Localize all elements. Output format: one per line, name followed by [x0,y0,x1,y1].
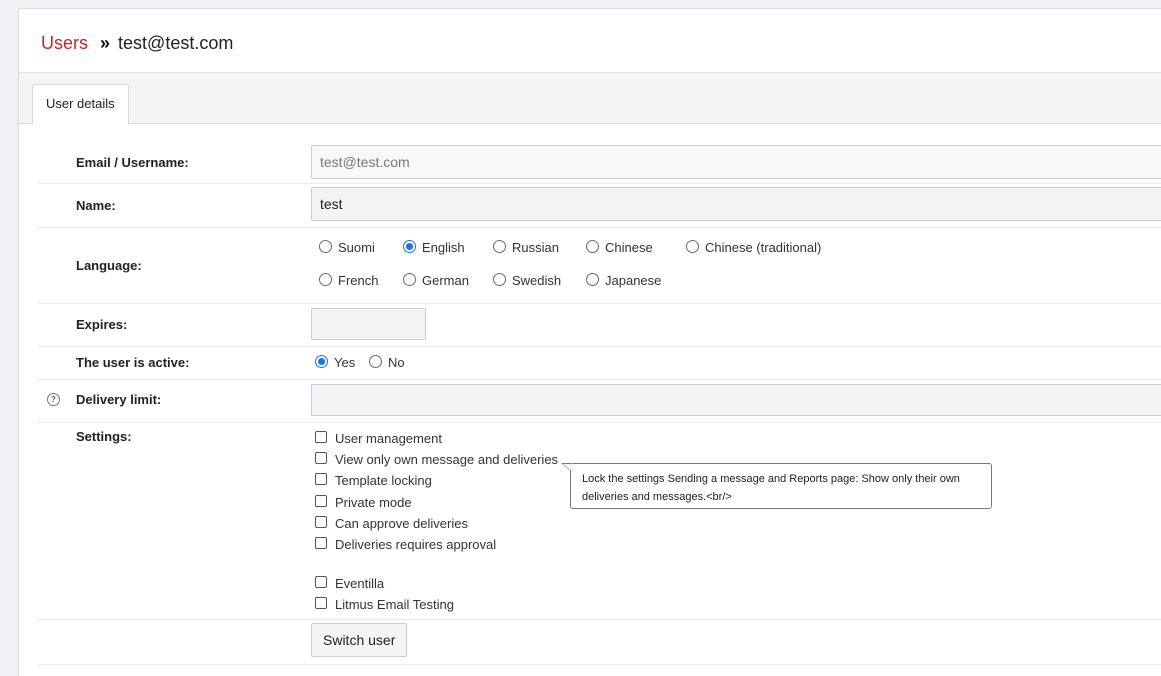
option-label: Suomi [338,240,375,255]
checkbox[interactable] [315,536,327,549]
option-label: German [422,273,469,288]
option-label: Swedish [512,273,562,288]
setting-deliveries-requires-approval[interactable]: Deliveries requires approval [315,536,497,552]
expires-label: Expires: [76,317,128,332]
setting-label: Template locking [335,473,432,488]
breadcrumb-separator: » [100,33,111,53]
setting-label: User management [335,431,442,446]
radio-button[interactable] [369,355,382,368]
radio-button[interactable] [586,273,599,286]
breadcrumb: Users » test@test.com [41,33,233,54]
language-option-english[interactable]: English [403,240,465,255]
language-label: Language: [76,258,142,273]
setting-label: Private mode [335,495,412,510]
page-title: test@test.com [118,33,234,53]
language-option-chinese-traditional[interactable]: Chinese (traditional) [686,240,821,255]
delivery-limit-field[interactable] [311,384,1161,416]
actions-row [38,620,1161,665]
email-row: Email / Username: test@test.com [38,142,1161,184]
checkbox[interactable] [315,515,327,528]
setting-eventilla[interactable]: Eventilla [315,575,385,591]
active-option-yes[interactable]: Yes [315,355,355,370]
checkbox[interactable] [315,494,327,507]
radio-button[interactable] [493,273,506,286]
radio-button[interactable] [493,240,506,253]
option-label: Japanese [605,273,662,288]
delivery-limit-row: ? Delivery limit: [38,380,1161,423]
language-option-suomi[interactable]: Suomi [319,240,375,255]
setting-label: Deliveries requires approval [335,537,497,552]
checkbox[interactable] [315,575,327,588]
radio-button-selected[interactable] [315,355,328,368]
language-option-french[interactable]: French [319,273,378,288]
radio-button[interactable] [403,273,416,286]
radio-button[interactable] [319,273,332,286]
expires-date-field[interactable] [311,308,426,340]
setting-label: Litmus Email Testing [335,597,454,612]
breadcrumb-users-link[interactable]: Users [41,33,88,54]
question-circle-icon[interactable]: ? [47,393,60,406]
language-option-swedish[interactable]: Swedish [493,273,561,288]
name-field[interactable]: test [311,187,1161,221]
name-row: Name: test [38,184,1161,228]
expires-row: Expires: [38,304,1161,347]
checkbox[interactable] [315,472,327,485]
checkbox[interactable] [315,430,327,443]
radio-button[interactable] [319,240,332,253]
radio-button[interactable] [586,240,599,253]
delivery-limit-label: Delivery limit: [76,392,162,407]
option-label: Russian [512,240,559,255]
user-details-panel: Users » test@test.com User details Email… [18,8,1161,676]
checkbox[interactable] [315,451,327,464]
setting-label: Can approve deliveries [335,516,468,531]
language-option-japanese[interactable]: Japanese [586,273,661,288]
active-option-no[interactable]: No [369,355,405,370]
name-label: Name: [76,198,116,213]
email-label: Email / Username: [76,155,189,170]
active-row: The user is active: Yes No [38,347,1161,380]
radio-button[interactable] [686,240,699,253]
switch-user-button[interactable]: Switch user [311,623,408,657]
setting-label: View only own message and deliveries [335,452,559,467]
radio-button-selected[interactable] [403,240,416,253]
setting-label: Eventilla [335,576,385,591]
option-label: Chinese (traditional) [705,240,822,255]
setting-view-only-own[interactable]: View only own message and deliveries [315,451,559,467]
language-row: Language: Suomi English Russian Chinese … [38,228,1161,304]
option-label: Chinese [605,240,653,255]
language-option-russian[interactable]: Russian [493,240,559,255]
setting-user-management[interactable]: User management [315,430,442,446]
option-label: English [422,240,465,255]
language-option-german[interactable]: German [403,273,469,288]
page-header: Users » test@test.com [19,9,1161,72]
settings-tooltip: Lock the settings Sending a message and … [561,463,992,509]
option-label: French [338,273,379,288]
settings-label: Settings: [76,429,132,444]
settings-row: Settings: User management View only own … [38,423,1161,620]
language-option-chinese[interactable]: Chinese [586,240,653,255]
tab-user-details[interactable]: User details [32,84,129,125]
setting-litmus-email-testing[interactable]: Litmus Email Testing [315,596,454,612]
setting-template-locking[interactable]: Template locking [315,472,432,488]
email-field: test@test.com [311,145,1161,179]
option-label: Yes [334,355,356,370]
active-label: The user is active: [76,355,190,370]
checkbox[interactable] [315,596,327,609]
tab-bar: User details [19,72,1161,125]
setting-private-mode[interactable]: Private mode [315,494,412,510]
option-label: No [388,355,405,370]
setting-can-approve-deliveries[interactable]: Can approve deliveries [315,515,468,531]
